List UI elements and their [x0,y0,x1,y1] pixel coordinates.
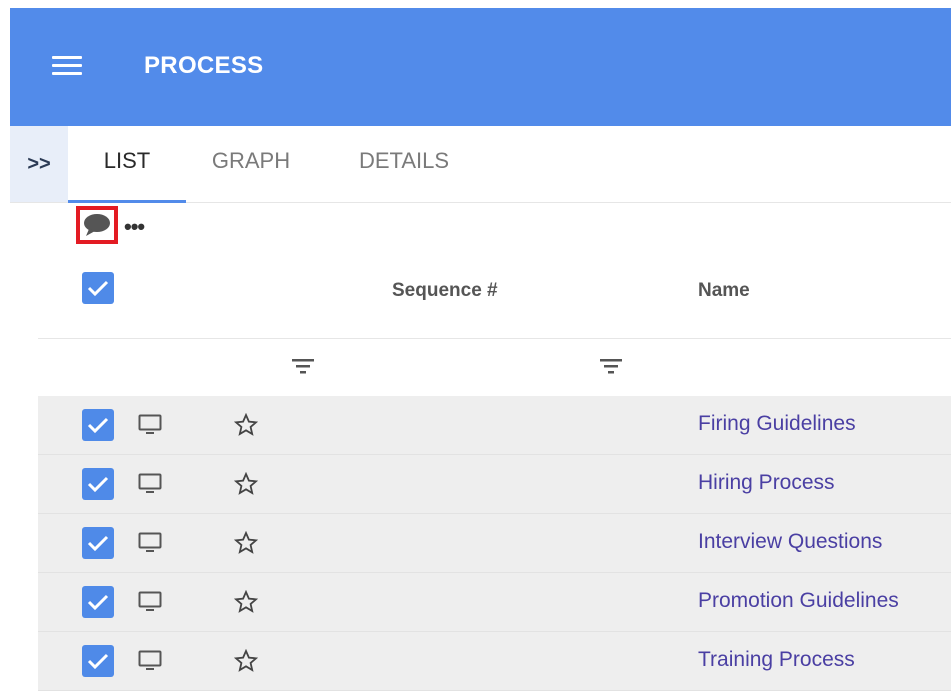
star-outline-icon[interactable] [234,590,258,614]
filter-icon[interactable] [292,358,314,374]
check-icon [87,476,109,493]
row-checkbox[interactable] [82,527,114,559]
table-row[interactable]: Promotion Guidelines [38,573,951,632]
row-checkbox[interactable] [82,409,114,441]
tab-list[interactable]: LIST [68,126,186,202]
row-checkbox[interactable] [82,586,114,618]
column-header-sequence[interactable]: Sequence # [392,280,498,302]
table-header-row: Sequence # Name [38,258,951,339]
tab-graph[interactable]: GRAPH [196,126,306,202]
table-row[interactable]: Interview Questions [38,514,951,573]
monitor-icon[interactable] [138,591,162,613]
table-row[interactable]: Firing Guidelines [38,396,951,455]
active-tab-indicator [68,200,186,203]
star-outline-icon[interactable] [234,649,258,673]
tab-bar: >> LIST GRAPH DETAILS [10,126,951,203]
monitor-icon[interactable] [138,650,162,672]
page-title: PROCESS [144,52,264,79]
row-name-link[interactable]: Hiring Process [698,471,835,495]
check-icon [87,594,109,611]
more-icon[interactable]: ••• [124,214,145,240]
table-row[interactable]: Training Process [38,632,951,691]
row-name-link[interactable]: Interview Questions [698,530,882,554]
monitor-icon[interactable] [138,473,162,495]
column-header-name[interactable]: Name [698,280,750,302]
check-icon [87,653,109,670]
menu-icon[interactable] [52,56,82,76]
row-checkbox[interactable] [82,468,114,500]
star-outline-icon[interactable] [234,531,258,555]
monitor-icon[interactable] [138,532,162,554]
expand-panel-button[interactable]: >> [10,126,68,202]
app-bar: PROCESS [10,8,951,126]
filter-row [38,340,951,396]
row-checkbox[interactable] [82,645,114,677]
select-all-checkbox[interactable] [82,272,114,304]
row-name-link[interactable]: Firing Guidelines [698,412,856,436]
star-outline-icon[interactable] [234,413,258,437]
row-name-link[interactable]: Training Process [698,648,855,672]
check-icon [87,417,109,434]
table-row[interactable]: Hiring Process [38,455,951,514]
tab-details[interactable]: DETAILS [344,126,464,202]
check-icon [87,280,109,297]
star-outline-icon[interactable] [234,472,258,496]
filter-icon[interactable] [600,358,622,374]
row-name-link[interactable]: Promotion Guidelines [698,589,899,613]
comment-icon [84,214,110,236]
comment-button[interactable] [76,206,118,244]
monitor-icon[interactable] [138,414,162,436]
check-icon [87,535,109,552]
